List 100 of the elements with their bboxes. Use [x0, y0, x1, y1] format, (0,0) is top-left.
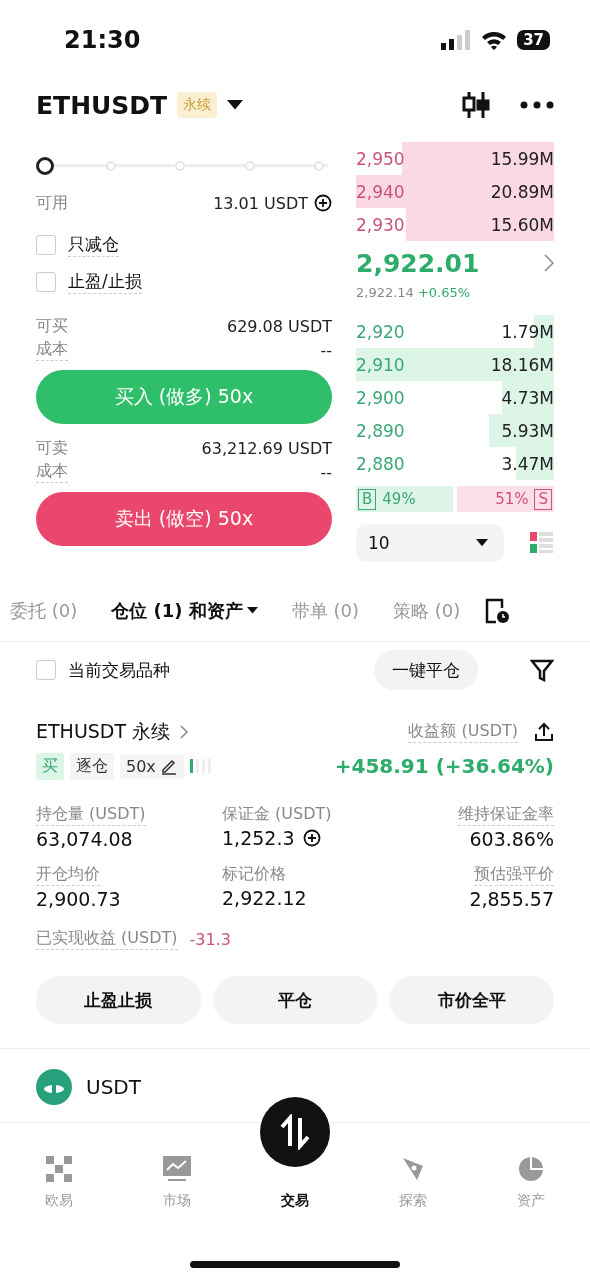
edit-icon[interactable] [159, 757, 178, 775]
bid-depth-row[interactable]: 2,920 1.79M [356, 315, 554, 348]
mark-price: 2,922.14 [356, 285, 414, 302]
buy-ratio-value: 49% [382, 490, 416, 508]
stat-label: 标记价格 [222, 864, 286, 885]
chevron-right-icon[interactable] [180, 725, 189, 739]
pnl-label: 收益额 (USDT) [408, 721, 518, 743]
caret-icon [476, 539, 488, 547]
bid-size: 5.93M [501, 420, 554, 441]
checkbox[interactable] [36, 234, 56, 255]
chart-icon [163, 1156, 191, 1182]
realized-pnl-value: -31.3 [189, 929, 231, 949]
sell-button[interactable]: 卖出 (做空) 50x [36, 492, 332, 546]
position-action-button[interactable]: 止盈止损 [36, 976, 201, 1024]
stat-label: 开仓均价 [36, 864, 100, 886]
checker-icon [46, 1156, 72, 1182]
stat-label: 预估强平价 [474, 864, 554, 886]
add-icon[interactable] [314, 194, 332, 212]
order-info-label: 可买 [36, 315, 68, 337]
more-icon[interactable] [520, 101, 554, 109]
add-icon[interactable] [302, 829, 321, 847]
ask-size: 20.89M [490, 181, 554, 202]
pair-symbol[interactable]: ETHUSDT [36, 90, 168, 120]
bid-price: 2,920 [356, 321, 405, 342]
available-label: 可用 [36, 192, 68, 214]
stat-label: 持仓量 (USDT) [36, 804, 146, 826]
compass-icon [400, 1156, 426, 1182]
order-info-value: -- [320, 462, 332, 482]
ask-depth-row[interactable]: 2,930 15.60M [356, 208, 554, 241]
margin-mode-tag: 逐仓 [70, 752, 114, 780]
tab[interactable]: 仓位 (1) 和资产 [111, 598, 258, 623]
caret-icon [246, 607, 258, 614]
ask-price: 2,930 [356, 214, 405, 235]
leverage-tag[interactable]: 50x [120, 753, 184, 779]
price-change: +0.65% [417, 285, 471, 302]
stat-value: 1,252.3 [222, 827, 295, 849]
order-info-value: 629.08 USDT [226, 316, 332, 336]
stat-label: 维持保证金率 [458, 804, 554, 826]
sell-ratio-value: 51% [495, 490, 529, 508]
checkbox[interactable] [36, 271, 56, 292]
stat-value: 2,922.12 [222, 887, 307, 909]
asset-name[interactable]: USDT [86, 1075, 141, 1099]
stat-label: 保证金 (USDT) [222, 804, 332, 825]
option-label[interactable]: 止盈/止损 [68, 269, 142, 294]
stat-value: 63,074.08 [36, 828, 133, 850]
chevron-right-icon[interactable] [544, 254, 554, 272]
ask-price: 2,950 [356, 148, 405, 169]
contract-tag: 永续 [177, 92, 218, 118]
book-layout-icon[interactable] [530, 532, 554, 554]
pie-chart-icon [518, 1156, 544, 1182]
ask-depth-row[interactable]: 2,940 20.89M [356, 175, 554, 208]
order-info-label: 成本 [36, 339, 68, 361]
current-symbol-label[interactable]: 当前交易品种 [68, 658, 170, 682]
order-info-label: 成本 [36, 461, 68, 483]
stat-value: 2,900.73 [36, 888, 121, 910]
order-history-icon[interactable] [484, 597, 511, 624]
bid-size: 18.16M [490, 354, 554, 375]
bid-price: 2,890 [356, 420, 405, 441]
bid-depth-row[interactable]: 2,900 4.73M [356, 381, 554, 414]
side-tag: 买 [36, 752, 64, 780]
buy-ratio-label: B [358, 488, 377, 510]
option-label[interactable]: 只减仓 [68, 232, 119, 257]
filter-icon[interactable] [530, 658, 554, 682]
bid-size: 3.47M [501, 453, 554, 474]
stat-value: 603.86% [469, 828, 554, 850]
depth-select[interactable]: 10 [356, 524, 504, 562]
order-info-value: -- [320, 340, 332, 360]
realized-pnl-label: 已实现收益 (USDT) [36, 928, 178, 950]
signal-icon [441, 30, 472, 50]
nav-label[interactable]: 交易 [281, 1192, 309, 1210]
bid-depth-row[interactable]: 2,910 18.16M [356, 348, 554, 381]
bid-price: 2,880 [356, 453, 405, 474]
ask-price: 2,940 [356, 181, 405, 202]
position-title[interactable]: ETHUSDT 永续 [36, 719, 171, 745]
stat-value: 2,855.57 [469, 888, 554, 910]
battery-level: 37 [517, 30, 550, 50]
status-time: 21:30 [64, 26, 141, 54]
ask-depth-row[interactable]: 2,950 15.99M [356, 142, 554, 175]
bid-depth-row[interactable]: 2,890 5.93M [356, 414, 554, 447]
caret-icon [227, 100, 244, 110]
order-info-label: 可卖 [36, 437, 68, 459]
ask-size: 15.60M [490, 214, 554, 235]
position-action-button[interactable]: 平仓 [212, 976, 378, 1024]
bid-price: 2,910 [356, 354, 405, 375]
order-info-value: 63,212.69 USDT [201, 438, 332, 458]
bid-price: 2,900 [356, 387, 405, 408]
position-action-button[interactable]: 市价全平 [389, 976, 554, 1024]
sell-ratio-label: S [534, 488, 552, 510]
candlestick-icon[interactable] [462, 90, 490, 120]
checkbox[interactable] [36, 660, 56, 680]
coin-icon [36, 1069, 72, 1105]
wifi-icon [481, 30, 508, 50]
ask-size: 15.99M [490, 148, 554, 169]
available-value: 13.01 USDT [213, 193, 308, 213]
share-icon[interactable] [534, 722, 554, 742]
bid-size: 1.79M [501, 321, 554, 342]
pnl-value: +458.91 (+36.64%) [334, 754, 554, 778]
bid-depth-row[interactable]: 2,880 3.47M [356, 447, 554, 480]
bid-size: 4.73M [501, 387, 554, 408]
close-all-button[interactable]: 一键平仓 [374, 650, 478, 690]
